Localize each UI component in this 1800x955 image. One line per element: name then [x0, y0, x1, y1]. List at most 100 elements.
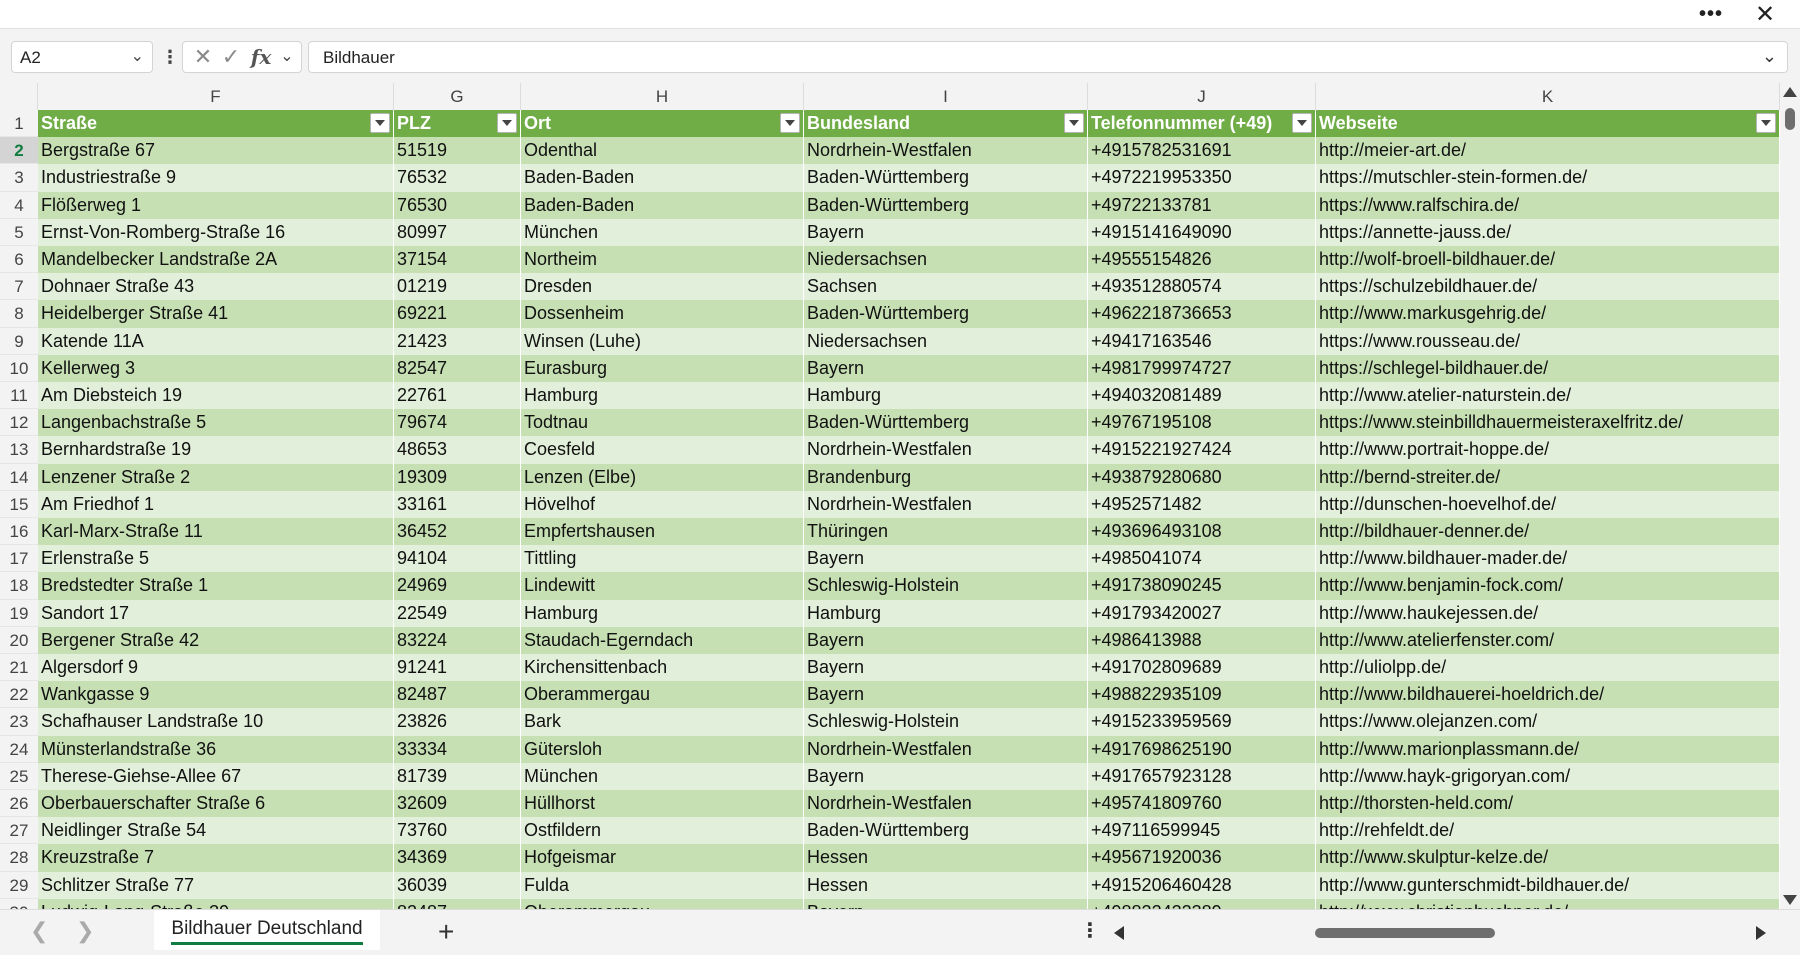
table-cell[interactable]: Bergener Straße 42	[38, 626, 394, 654]
table-cell[interactable]: https://annette-jauss.de/	[1316, 218, 1780, 246]
table-cell[interactable]: Sachsen	[804, 273, 1088, 301]
table-cell[interactable]: http://www.bildhauer-mader.de/	[1316, 545, 1780, 573]
column-title-cell[interactable]: Webseite	[1316, 110, 1780, 138]
table-cell[interactable]: http://www.benjamin-fock.com/	[1316, 572, 1780, 600]
table-cell[interactable]: +4917698625190	[1088, 735, 1316, 763]
table-cell[interactable]: 82547	[394, 354, 521, 382]
table-cell[interactable]: Mandelbecker Landstraße 2A	[38, 246, 394, 274]
table-cell[interactable]: https://www.rousseau.de/	[1316, 327, 1780, 355]
column-title-cell[interactable]: PLZ	[394, 110, 521, 138]
table-cell[interactable]: 82487	[394, 681, 521, 709]
table-cell[interactable]: Staudach-Egerndach	[521, 626, 804, 654]
table-cell[interactable]: +4915782531691	[1088, 137, 1316, 165]
row-number[interactable]: 19	[0, 599, 38, 627]
table-cell[interactable]: Ostfildern	[521, 817, 804, 845]
table-cell[interactable]: Baden-Württemberg	[804, 817, 1088, 845]
table-cell[interactable]: Schleswig-Holstein	[804, 708, 1088, 736]
filter-dropdown-icon[interactable]	[1756, 113, 1776, 133]
row-number[interactable]: 29	[0, 871, 38, 899]
table-cell[interactable]: +498822422389	[1088, 898, 1316, 909]
table-cell[interactable]: https://schlegel-bildhauer.de/	[1316, 354, 1780, 382]
table-cell[interactable]: Empfertshausen	[521, 518, 804, 546]
table-cell[interactable]: Hüllhorst	[521, 790, 804, 818]
table-cell[interactable]: 34369	[394, 844, 521, 872]
table-cell[interactable]: Bayern	[804, 681, 1088, 709]
table-cell[interactable]: Northeim	[521, 246, 804, 274]
table-cell[interactable]: +493879280680	[1088, 463, 1316, 491]
table-cell[interactable]: Schafhauser Landstraße 10	[38, 708, 394, 736]
table-cell[interactable]: 80997	[394, 218, 521, 246]
table-cell[interactable]: +493512880574	[1088, 273, 1316, 301]
vertical-scrollbar[interactable]	[1780, 83, 1800, 909]
table-cell[interactable]: Katende 11A	[38, 327, 394, 355]
table-cell[interactable]: +49767195108	[1088, 409, 1316, 437]
horizontal-scrollbar[interactable]	[1110, 922, 1770, 944]
row-number[interactable]: 28	[0, 844, 38, 872]
column-header-i[interactable]: I	[804, 83, 1088, 110]
column-title-cell[interactable]: Telefonnummer (+49)	[1088, 110, 1316, 138]
table-cell[interactable]: Ernst-Von-Romberg-Straße 16	[38, 218, 394, 246]
table-cell[interactable]: München	[521, 762, 804, 790]
table-cell[interactable]: Gütersloh	[521, 735, 804, 763]
table-cell[interactable]: München	[521, 218, 804, 246]
table-cell[interactable]: Dossenheim	[521, 300, 804, 328]
table-cell[interactable]: 83224	[394, 626, 521, 654]
table-cell[interactable]: Am Friedhof 1	[38, 490, 394, 518]
sheet-tab[interactable]: Bildhauer Deutschland	[154, 910, 380, 950]
table-cell[interactable]: 73760	[394, 817, 521, 845]
row-number[interactable]: 1	[0, 110, 38, 138]
table-cell[interactable]: Bayern	[804, 898, 1088, 909]
row-number[interactable]: 14	[0, 463, 38, 491]
table-cell[interactable]: +4986413988	[1088, 626, 1316, 654]
table-cell[interactable]: Nordrhein-Westfalen	[804, 490, 1088, 518]
row-number[interactable]: 13	[0, 436, 38, 464]
table-cell[interactable]: +4915233959569	[1088, 708, 1316, 736]
table-cell[interactable]: +4915206460428	[1088, 871, 1316, 899]
row-number[interactable]: 25	[0, 762, 38, 790]
table-cell[interactable]: Ludwig-Lang-Straße 39	[38, 898, 394, 909]
table-cell[interactable]: Baden-Württemberg	[804, 164, 1088, 192]
vertical-scroll-thumb[interactable]	[1785, 108, 1795, 130]
table-cell[interactable]: Hövelhof	[521, 490, 804, 518]
table-cell[interactable]: Todtnau	[521, 409, 804, 437]
table-cell[interactable]: 36452	[394, 518, 521, 546]
table-cell[interactable]: https://mutschler-stein-formen.de/	[1316, 164, 1780, 192]
table-cell[interactable]: 36039	[394, 871, 521, 899]
table-cell[interactable]: Schleswig-Holstein	[804, 572, 1088, 600]
table-cell[interactable]: http://www.atelierfenster.com/	[1316, 626, 1780, 654]
table-cell[interactable]: http://dunschen-hoevelhof.de/	[1316, 490, 1780, 518]
table-cell[interactable]: Münsterlandstraße 36	[38, 735, 394, 763]
row-number[interactable]: 3	[0, 164, 38, 192]
table-cell[interactable]: +4952571482	[1088, 490, 1316, 518]
table-cell[interactable]: http://uliolpp.de/	[1316, 654, 1780, 682]
row-number[interactable]: 4	[0, 191, 38, 219]
table-cell[interactable]: 51519	[394, 137, 521, 165]
row-number[interactable]: 27	[0, 817, 38, 845]
insert-function-icon[interactable]: fx	[247, 42, 275, 72]
close-icon[interactable]: ✕	[1742, 0, 1788, 29]
table-cell[interactable]: +4985041074	[1088, 545, 1316, 573]
table-cell[interactable]: Bergstraße 67	[38, 137, 394, 165]
table-cell[interactable]: Schlitzer Straße 77	[38, 871, 394, 899]
table-cell[interactable]: Karl-Marx-Straße 11	[38, 518, 394, 546]
row-number[interactable]: 16	[0, 518, 38, 546]
chevron-down-icon[interactable]: ⌄	[277, 42, 297, 72]
table-cell[interactable]: Niedersachsen	[804, 246, 1088, 274]
table-cell[interactable]: http://www.marionplassmann.de/	[1316, 735, 1780, 763]
row-number[interactable]: 8	[0, 300, 38, 328]
table-cell[interactable]: http://www.hayk-grigoryan.com/	[1316, 762, 1780, 790]
table-cell[interactable]: Kellerweg 3	[38, 354, 394, 382]
table-cell[interactable]: Dohnaer Straße 43	[38, 273, 394, 301]
row-number[interactable]: 5	[0, 218, 38, 246]
table-cell[interactable]: Bayern	[804, 626, 1088, 654]
table-cell[interactable]: 01219	[394, 273, 521, 301]
table-cell[interactable]: Brandenburg	[804, 463, 1088, 491]
filter-dropdown-icon[interactable]	[780, 113, 800, 133]
next-sheet-icon[interactable]: ❯	[76, 918, 94, 944]
filter-dropdown-icon[interactable]	[1064, 113, 1084, 133]
table-cell[interactable]: Baden-Württemberg	[804, 300, 1088, 328]
row-number[interactable]: 30	[0, 898, 38, 909]
table-cell[interactable]: Wankgasse 9	[38, 681, 394, 709]
table-cell[interactable]: +495671920036	[1088, 844, 1316, 872]
table-cell[interactable]: http://www.haukejessen.de/	[1316, 599, 1780, 627]
